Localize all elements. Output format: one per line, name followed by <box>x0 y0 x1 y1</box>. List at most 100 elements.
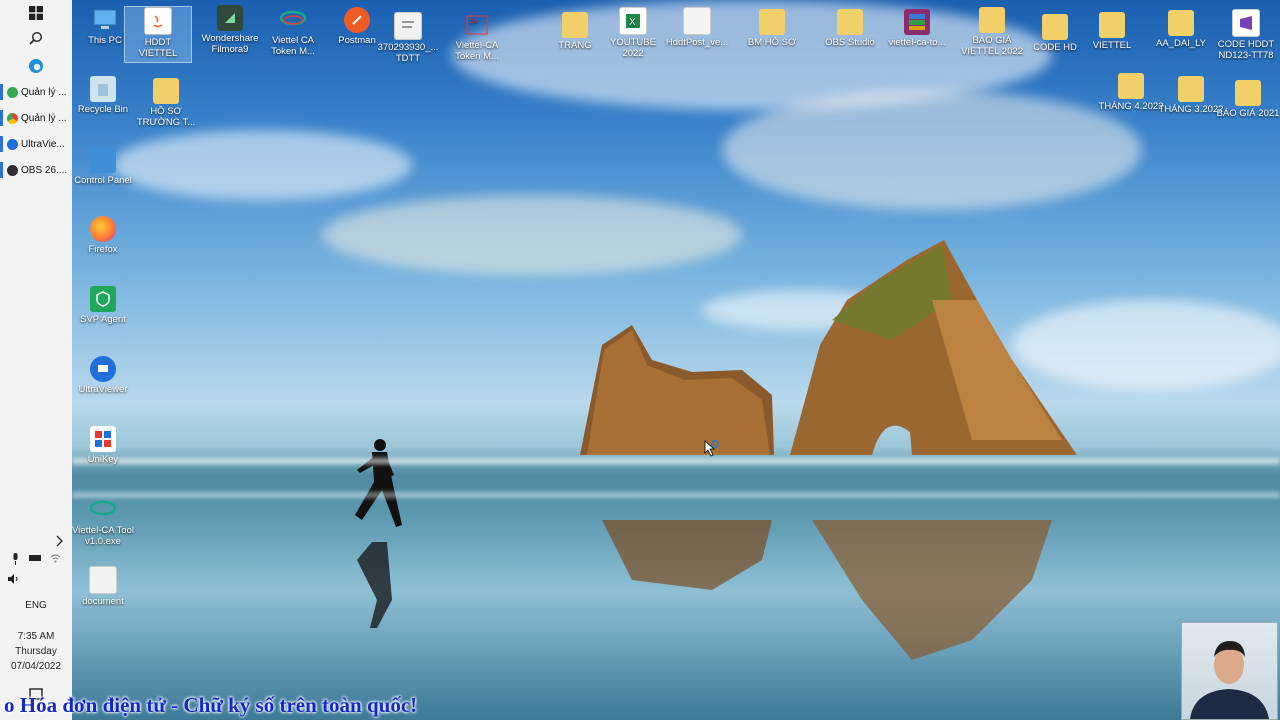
shortcut-icon: CA <box>464 12 490 38</box>
viettel-ca-icon <box>90 497 116 523</box>
viettel-ca-icon <box>280 7 306 33</box>
desktop-icon-370293930[interactable]: 370293930_... TDTT <box>375 12 441 64</box>
icon-label: Firefox <box>88 244 118 255</box>
icon-label: 370293930_... TDTT <box>377 42 439 64</box>
edge-browser-icon[interactable] <box>24 55 48 77</box>
desktop-icon-bao-gia-2021[interactable]: BÁO GIÁ 2021 <box>1215 80 1280 119</box>
desktop-icon-trang[interactable]: TRANG <box>542 12 608 51</box>
icon-label: CODE HDDT ND123-TT78 <box>1217 39 1275 61</box>
icon-label: BÁO GIÁ 2021 <box>1216 108 1280 119</box>
volume-icon[interactable] <box>0 574 50 587</box>
taskbar-app-chrome-1[interactable]: Quản lý ... <box>0 81 72 103</box>
clock-time[interactable]: 7:35 AM <box>0 631 72 642</box>
ultraviewer-icon <box>7 138 18 150</box>
desktop-icon-svp-agent[interactable]: SVP Agent <box>72 286 136 325</box>
chrome-icon <box>7 112 18 124</box>
taskbar-app-ultraviewer[interactable]: UltraVie... <box>0 133 72 155</box>
mouse-cursor-icon <box>704 440 719 457</box>
desktop-icon-code-hddt-nd123[interactable]: CODE HDDT ND123-TT78 <box>1213 9 1279 61</box>
folder-icon <box>1235 80 1261 106</box>
folder-icon <box>1099 12 1125 38</box>
recycle-bin-icon <box>90 76 116 102</box>
language-indicator[interactable]: ENG <box>0 600 72 611</box>
icon-label: Recycle Bin <box>77 104 129 115</box>
desktop-icon-youtube-2022[interactable]: X YOUTUBE 2022 <box>600 7 666 59</box>
winrar-icon <box>904 9 930 35</box>
icon-label: Wondershare Filmora9 <box>201 33 259 55</box>
taskbar-app-obs[interactable]: OBS 26.... <box>0 159 72 181</box>
search-icon[interactable] <box>24 27 48 49</box>
filmora-icon <box>217 5 243 31</box>
desktop-icon-aa-dai-ly[interactable]: AA_DAI_LY <box>1148 10 1214 49</box>
icon-label: SVP Agent <box>80 314 126 325</box>
icon-label: Viettel-CA Tool v1.0.exe <box>72 525 134 547</box>
icon-label: HDDT VIETTEL <box>138 37 178 59</box>
desktop-icon-bao-gia-viettel-2022[interactable]: BÁO GIÁ VIETTEL 2022 <box>959 7 1025 57</box>
folder-icon <box>1042 14 1068 40</box>
desktop-icon-viettel-ca-tool[interactable]: Viettel-CA Tool v1.0.exe <box>72 497 136 547</box>
desktop-icon-control-panel[interactable]: Control Panel <box>72 147 136 186</box>
desktop-icon-viettel-folder[interactable]: VIETTEL <box>1079 12 1145 51</box>
folder-icon <box>1178 76 1204 102</box>
icon-label: THÁNG 4.2022 <box>1098 101 1164 112</box>
svg-text:CA: CA <box>469 19 477 25</box>
icon-label: HddtPost_ve... <box>665 37 729 48</box>
firefox-icon <box>90 216 116 242</box>
windows-start-icon[interactable] <box>24 2 48 24</box>
desktop-icon-hddtpost[interactable]: HddtPost_ve... <box>664 7 730 48</box>
desktop-icon-firefox[interactable]: Firefox <box>72 216 136 255</box>
desktop-icon-obs-studio[interactable]: OBS Studio <box>817 9 883 48</box>
desktop-icon-viettel-ca-rar[interactable]: viettel-ca-to... <box>884 9 950 48</box>
desktop-area[interactable]: This PC HDDT VIETTEL Wondershare Filmora… <box>72 0 1280 720</box>
microphone-icon[interactable] <box>11 553 20 568</box>
desktop-icon-ho-so-truong[interactable]: HỒ SƠ TRƯỜNG T... <box>133 78 199 128</box>
desktop-icon-filmora[interactable]: Wondershare Filmora9 <box>197 5 263 55</box>
unikey-icon <box>90 426 116 452</box>
desktop-icon-ultraviewer[interactable]: UltraViewer <box>72 356 136 395</box>
folder-icon <box>153 78 179 104</box>
desktop-icon-thang-4-2022[interactable]: THÁNG 4.2022 <box>1098 73 1164 112</box>
network-icon[interactable] <box>29 553 41 568</box>
postman-icon <box>344 7 370 33</box>
webcam-overlay <box>1181 622 1278 720</box>
wifi-icon[interactable] <box>50 553 61 568</box>
desktop-icon-recycle-bin[interactable]: Recycle Bin <box>72 76 136 115</box>
desktop-icon-hddt-viettel[interactable]: HDDT VIETTEL <box>124 6 192 63</box>
icon-label: viettel-ca-to... <box>888 37 946 48</box>
folder-icon <box>1118 73 1144 99</box>
clock-date[interactable]: 07/04/2022 <box>0 661 72 672</box>
excel-icon: X <box>619 7 647 35</box>
system-tray <box>0 553 72 568</box>
desktop-icon-viettel-ca-token-shortcut[interactable]: CA Viettel-CA Token M... <box>444 12 510 62</box>
taskbar-app-label: Quản lý ... <box>21 112 67 124</box>
document-icon <box>394 12 422 40</box>
taskbar-app-label: Quản lý ... <box>21 86 67 98</box>
taskbar-app-label: OBS 26.... <box>21 164 68 176</box>
text-file-icon <box>683 7 711 35</box>
folder-icon <box>759 9 785 35</box>
clock-day[interactable]: Thursday <box>0 646 72 657</box>
wallpaper-surf <box>72 492 1280 498</box>
svg-text:X: X <box>629 17 636 28</box>
promo-banner: o Hóa đơn điện tử - Chữ ký số trên toàn … <box>4 693 418 717</box>
icon-label: VIETTEL <box>1092 40 1132 51</box>
control-panel-icon <box>90 147 116 173</box>
desktop-icon-bm-ho-so[interactable]: BM HỒ SƠ <box>739 9 805 48</box>
taskbar-app-chrome-2[interactable]: Quản lý ... <box>0 107 72 129</box>
icon-label: document <box>82 596 124 607</box>
obs-icon <box>7 164 18 176</box>
icon-label: UltraViewer <box>78 384 128 395</box>
chevron-right-icon[interactable] <box>48 530 72 552</box>
presenter-avatar <box>1190 641 1269 719</box>
taskbar: Quản lý ... Quản lý ... UltraVie... OBS … <box>0 0 73 720</box>
icon-label: OBS Studio <box>825 37 875 48</box>
vs-icon <box>1232 9 1260 37</box>
folder-icon <box>979 7 1005 33</box>
desktop-icon-viettel-ca-token[interactable]: Viettel CA Token M... <box>260 7 326 57</box>
desktop-icon-document[interactable]: document <box>72 566 136 607</box>
wallpaper-surf <box>72 458 1280 464</box>
desktop-icon-unikey[interactable]: UniKey <box>72 426 136 465</box>
document-icon <box>89 566 117 594</box>
icon-label: UniKey <box>87 454 119 465</box>
chrome-icon <box>7 86 18 98</box>
